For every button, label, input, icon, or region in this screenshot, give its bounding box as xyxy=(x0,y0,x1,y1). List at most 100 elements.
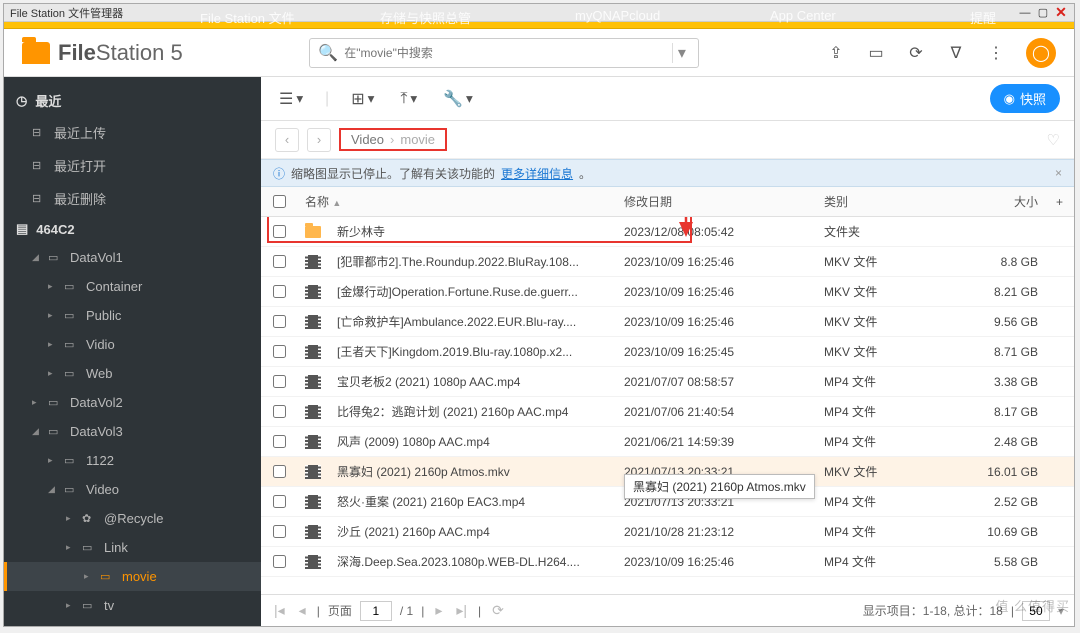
row-checkbox[interactable] xyxy=(273,495,286,508)
refresh-button[interactable]: ⟳ xyxy=(489,602,507,619)
forward-button[interactable]: › xyxy=(307,128,331,152)
file-date: 2023/10/09 16:25:46 xyxy=(624,555,824,569)
favorite-icon[interactable]: ♡ xyxy=(1047,131,1060,149)
row-checkbox[interactable] xyxy=(273,465,286,478)
last-page-button[interactable]: ▸| xyxy=(453,602,470,619)
sidebar-movie[interactable]: ▸▭movie xyxy=(4,562,261,591)
network-button[interactable]: ◯ xyxy=(1026,38,1056,68)
sidebar-datavol2[interactable]: ▸▭DataVol2 xyxy=(4,388,261,417)
sidebar-tv[interactable]: ▸▭tv xyxy=(4,591,261,620)
file-name: [犯罪都市2].The.Roundup.2022.BluRay.108... xyxy=(329,253,624,270)
file-type: MKV 文件 xyxy=(824,283,964,300)
sidebar-snapshot[interactable]: ▸▭快照 xyxy=(4,620,261,626)
pagination-bar: |◂ ◂ | 页面 / 1 | ▸ ▸| | ⟳ 显示项目：1-18, 总计：1… xyxy=(261,594,1074,626)
sidebar[interactable]: ◷最近 ⊟最近上传 ⊟最近打开 ⊟最近删除 ▤464C2 ◢▭DataVol1 … xyxy=(4,77,261,626)
minimize-button[interactable]: — xyxy=(1018,6,1032,20)
file-date: 2023/10/09 16:25:46 xyxy=(624,285,824,299)
page-input[interactable] xyxy=(360,601,392,621)
sidebar-link[interactable]: ▸▭Link xyxy=(4,533,261,562)
col-type[interactable]: 类别 xyxy=(824,193,964,210)
filter-icon[interactable]: ∇ xyxy=(946,43,966,63)
info-close-button[interactable]: × xyxy=(1055,166,1062,180)
sidebar-recent-open[interactable]: ⊟最近打开 xyxy=(4,149,261,182)
table-row[interactable]: [亡命救护车]Ambulance.2022.EUR.Blu-ray.... 20… xyxy=(261,307,1074,337)
row-checkbox[interactable] xyxy=(273,555,286,568)
sidebar-datavol1[interactable]: ◢▭DataVol1 xyxy=(4,243,261,272)
create-button[interactable]: ⊞▾ xyxy=(347,85,378,113)
file-size: 8.71 GB xyxy=(964,345,1056,359)
first-page-button[interactable]: |◂ xyxy=(271,602,288,619)
row-checkbox[interactable] xyxy=(273,315,286,328)
sidebar-container[interactable]: ▸▭Container xyxy=(4,272,261,301)
row-checkbox[interactable] xyxy=(273,345,286,358)
table-row[interactable]: 比得兔2：逃跑计划 (2021) 2160p AAC.mp4 2021/07/0… xyxy=(261,397,1074,427)
sidebar-public[interactable]: ▸▭Public xyxy=(4,301,261,330)
info-link[interactable]: 更多详细信息 xyxy=(501,165,573,182)
maximize-button[interactable]: ▢ xyxy=(1036,6,1050,20)
table-row[interactable]: 风声 (2009) 1080p AAC.mp4 2021/06/21 14:59… xyxy=(261,427,1074,457)
upload-icon[interactable]: ⇪ xyxy=(826,43,846,63)
file-name: [亡命救护车]Ambulance.2022.EUR.Blu-ray.... xyxy=(329,313,624,330)
title-bar[interactable]: File Station 文件管理器 — ▢ ✕ xyxy=(4,4,1074,22)
table-row[interactable]: [金爆行动]Operation.Fortune.Ruse.de.guerr...… xyxy=(261,277,1074,307)
file-name: 黑寡妇 (2021) 2160p Atmos.mkv xyxy=(329,463,624,480)
table-row[interactable]: 宝贝老板2 (2021) 1080p AAC.mp4 2021/07/07 08… xyxy=(261,367,1074,397)
row-checkbox[interactable] xyxy=(273,255,286,268)
film-icon xyxy=(297,435,329,449)
search-box[interactable]: 🔍 ▾ xyxy=(309,38,699,68)
remote-icon[interactable]: ▭ xyxy=(866,43,886,63)
breadcrumb-video[interactable]: Video xyxy=(351,132,384,147)
row-checkbox[interactable] xyxy=(273,225,286,238)
film-icon xyxy=(297,495,329,509)
table-row[interactable]: 沙丘 (2021) 2160p AAC.mp4 2021/10/28 21:23… xyxy=(261,517,1074,547)
file-name: 深海.Deep.Sea.2023.1080p.WEB-DL.H264.... xyxy=(329,553,624,570)
sidebar-recycle[interactable]: ▸✿@Recycle xyxy=(4,504,261,533)
info-icon: ⓘ xyxy=(273,165,285,182)
table-row[interactable]: 深海.Deep.Sea.2023.1080p.WEB-DL.H264.... 2… xyxy=(261,547,1074,577)
tools-button[interactable]: 🔧▾ xyxy=(439,85,477,113)
col-more[interactable]: + xyxy=(1056,195,1074,209)
back-button[interactable]: ‹ xyxy=(275,128,299,152)
film-icon xyxy=(297,525,329,539)
sidebar-recent-upload[interactable]: ⊟最近上传 xyxy=(4,116,261,149)
col-size[interactable]: 大小 xyxy=(964,193,1056,210)
main-panel: ☰▾ | ⊞▾ ⤒▾ 🔧▾ ◉快照 ‹ › Video › movie ♡ ⓘ xyxy=(261,77,1074,626)
sidebar-recent[interactable]: ◷最近 xyxy=(4,85,261,116)
sidebar-vidio[interactable]: ▸▭Vidio xyxy=(4,330,261,359)
select-all-checkbox[interactable] xyxy=(273,195,286,208)
row-checkbox[interactable] xyxy=(273,285,286,298)
more-icon[interactable]: ⋮ xyxy=(986,43,1006,63)
table-row[interactable]: 新少林寺 2023/12/08 08:05:42 文件夹 xyxy=(261,217,1074,247)
sidebar-datavol3[interactable]: ◢▭DataVol3 xyxy=(4,417,261,446)
table-row[interactable]: [犯罪都市2].The.Roundup.2022.BluRay.108... 2… xyxy=(261,247,1074,277)
refresh-icon[interactable]: ⟳ xyxy=(906,43,926,63)
close-button[interactable]: ✕ xyxy=(1054,6,1068,20)
upload-button[interactable]: ⤒▾ xyxy=(396,86,421,112)
prev-page-button[interactable]: ◂ xyxy=(296,602,309,619)
col-name[interactable]: 名称 ▲ xyxy=(297,193,624,210)
snapshot-button[interactable]: ◉快照 xyxy=(990,84,1060,113)
row-checkbox[interactable] xyxy=(273,525,286,538)
film-icon xyxy=(297,465,329,479)
row-checkbox[interactable] xyxy=(273,405,286,418)
row-checkbox[interactable] xyxy=(273,375,286,388)
info-bar: ⓘ 缩略图显示已停止。了解有关该功能的更多详细信息。 × xyxy=(261,159,1074,187)
app-header: FileStation 5 🔍 ▾ ⇪ ▭ ⟳ ∇ ⋮ ◯ xyxy=(4,29,1074,77)
table-row[interactable]: [王者天下]Kingdom.2019.Blu-ray.1080p.x2... 2… xyxy=(261,337,1074,367)
col-date[interactable]: 修改日期 xyxy=(624,193,824,210)
file-size: 8.21 GB xyxy=(964,285,1056,299)
view-button[interactable]: ☰▾ xyxy=(275,85,307,113)
sidebar-1122[interactable]: ▸▭1122 xyxy=(4,446,261,475)
file-list[interactable]: 黑寡妇 (2021) 2160p Atmos.mkv 新少林寺 2023/12/… xyxy=(261,217,1074,594)
folder-icon xyxy=(297,226,329,238)
sidebar-recent-delete[interactable]: ⊟最近删除 xyxy=(4,182,261,215)
sidebar-video[interactable]: ◢▭Video xyxy=(4,475,261,504)
sidebar-web[interactable]: ▸▭Web xyxy=(4,359,261,388)
brand-text: FileStation 5 xyxy=(58,40,183,66)
row-checkbox[interactable] xyxy=(273,435,286,448)
breadcrumb-movie[interactable]: movie xyxy=(400,132,435,147)
next-page-button[interactable]: ▸ xyxy=(432,602,445,619)
search-input[interactable] xyxy=(344,46,666,60)
sidebar-device[interactable]: ▤464C2 xyxy=(4,215,261,243)
search-dropdown-button[interactable]: ▾ xyxy=(672,43,690,63)
